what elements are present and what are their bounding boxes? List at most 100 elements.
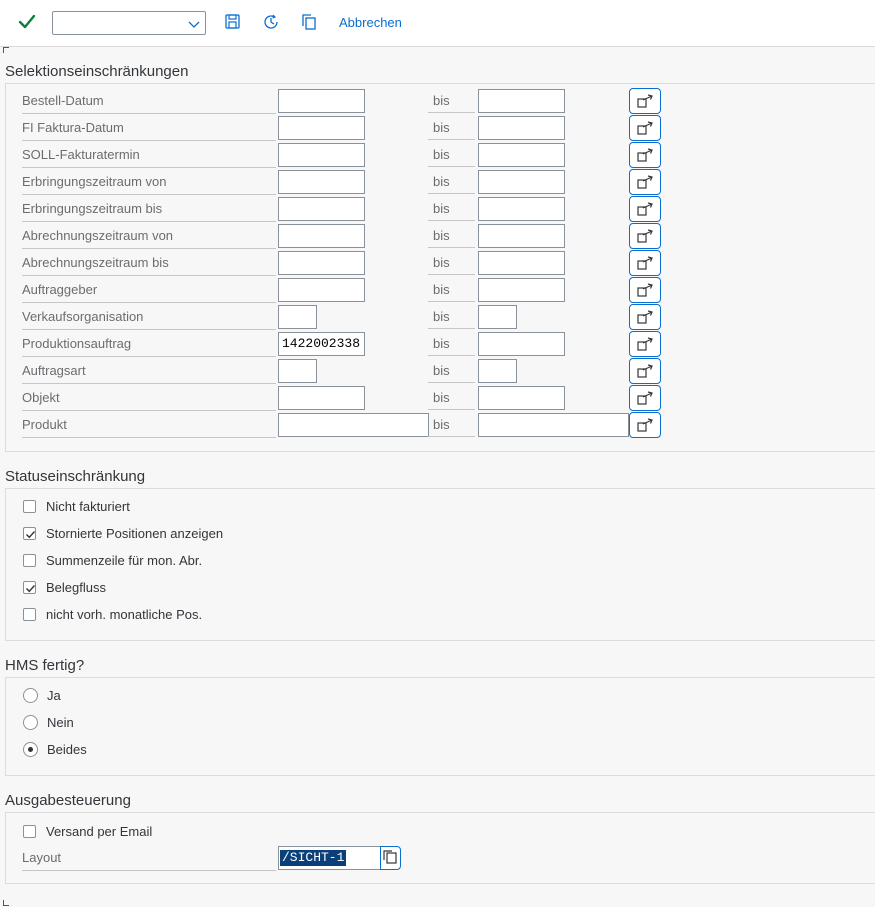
selection-from-input[interactable] xyxy=(278,413,429,437)
selection-to-input[interactable] xyxy=(478,359,517,383)
selection-from-input[interactable] xyxy=(278,251,365,275)
execute-check-icon[interactable] xyxy=(15,10,39,34)
selection-to-input[interactable] xyxy=(478,251,565,275)
selection-row-label: SOLL-Fakturatermin xyxy=(22,143,276,168)
selection-from-input[interactable] xyxy=(278,359,317,383)
selection-to-input[interactable] xyxy=(478,89,565,113)
status-checkbox-row[interactable]: nicht vorh. monatliche Pos. xyxy=(6,605,606,627)
selection-from-input[interactable] xyxy=(278,170,365,194)
bis-label: bis xyxy=(428,143,475,167)
selection-from-input[interactable] xyxy=(278,224,365,248)
multiple-selection-icon xyxy=(637,94,653,108)
selection-to-input[interactable] xyxy=(478,413,629,437)
bis-label: bis xyxy=(428,278,475,302)
selection-to-input[interactable] xyxy=(478,332,565,356)
status-checkbox[interactable] xyxy=(23,581,36,594)
multiple-selection-icon xyxy=(637,202,653,216)
selection-row-label: Erbringungszeitraum von xyxy=(22,170,276,195)
selection-to-input[interactable] xyxy=(478,305,517,329)
multiple-selection-button[interactable] xyxy=(629,385,661,411)
selection-to-input[interactable] xyxy=(478,224,565,248)
selection-to-input[interactable] xyxy=(478,116,565,140)
selection-to-input[interactable] xyxy=(478,170,565,194)
selection-group-title: Selektionseinschränkungen xyxy=(5,63,189,80)
status-checkbox[interactable] xyxy=(23,500,36,513)
selection-to-input[interactable] xyxy=(478,143,565,167)
selection-to-input[interactable] xyxy=(478,386,565,410)
multiple-selection-button[interactable] xyxy=(629,412,661,438)
selection-from-input[interactable] xyxy=(278,116,365,140)
chevron-down-icon[interactable] xyxy=(188,18,200,30)
status-checkbox-row[interactable]: Nicht fakturiert xyxy=(6,497,606,519)
copy-icon[interactable] xyxy=(299,12,319,32)
multiple-selection-button[interactable] xyxy=(629,196,661,222)
bis-label: bis xyxy=(428,413,475,437)
selection-row: Erbringungszeitraum bis bis xyxy=(6,196,875,223)
hms-radio-row[interactable]: Ja xyxy=(6,686,606,708)
hms-radio[interactable] xyxy=(23,715,38,730)
multiple-selection-icon xyxy=(637,418,653,432)
status-checkbox-label: nicht vorh. monatliche Pos. xyxy=(46,607,203,622)
hms-radio[interactable] xyxy=(23,742,38,757)
multiple-selection-button[interactable] xyxy=(629,142,661,168)
selection-from-input[interactable] xyxy=(278,197,365,221)
selection-to-input[interactable] xyxy=(478,278,565,302)
hms-radio[interactable] xyxy=(23,688,38,703)
selection-from-input[interactable] xyxy=(278,386,365,410)
multiple-selection-icon xyxy=(637,364,653,378)
selection-group: Bestell-Datum bis FI Faktura-Datum bis SOLL-… xyxy=(5,83,875,452)
variant-dropdown[interactable] xyxy=(52,11,206,35)
layout-value-help-button[interactable] xyxy=(380,846,401,870)
multiple-selection-button[interactable] xyxy=(629,331,661,357)
multiple-selection-button[interactable] xyxy=(629,169,661,195)
selection-from-input[interactable]: 1422002338 xyxy=(278,332,365,356)
selection-to-input[interactable] xyxy=(478,197,565,221)
email-checkbox-row[interactable]: Versand per Email xyxy=(6,822,606,844)
selection-row-label: Bestell-Datum xyxy=(22,89,276,114)
multiple-selection-button[interactable] xyxy=(629,277,661,303)
status-checkbox[interactable] xyxy=(23,554,36,567)
status-checkbox-row[interactable]: Stornierte Positionen anzeigen xyxy=(6,524,606,546)
multiple-selection-button[interactable] xyxy=(629,223,661,249)
cancel-button[interactable]: Abbrechen xyxy=(339,15,402,30)
bis-label: bis xyxy=(428,116,475,140)
hms-radio-label: Nein xyxy=(47,715,74,730)
selection-row: Erbringungszeitraum von bis xyxy=(6,169,875,196)
frame-corner-bottom xyxy=(3,900,9,906)
email-checkbox[interactable] xyxy=(23,825,36,838)
status-checkbox-row[interactable]: Summenzeile für mon. Abr. xyxy=(6,551,606,573)
copy-icon xyxy=(383,850,397,864)
multiple-selection-button[interactable] xyxy=(629,304,661,330)
status-checkbox[interactable] xyxy=(23,527,36,540)
email-checkbox-label: Versand per Email xyxy=(46,824,153,839)
radio-dot xyxy=(28,747,33,752)
multiple-selection-button[interactable] xyxy=(629,88,661,114)
layout-input[interactable]: /SICHT-1 xyxy=(278,846,381,870)
selection-from-input[interactable] xyxy=(278,89,365,113)
layout-row: Layout /SICHT-1 xyxy=(6,846,875,872)
hms-radio-row[interactable]: Nein xyxy=(6,713,606,735)
selection-row: Verkaufsorganisation bis xyxy=(6,304,875,331)
status-checkbox-label: Summenzeile für mon. Abr. xyxy=(46,553,203,568)
clock-icon[interactable] xyxy=(261,12,281,32)
multiple-selection-button[interactable] xyxy=(629,250,661,276)
selection-row: Abrechnungszeitraum bis bis xyxy=(6,250,875,277)
save-icon[interactable] xyxy=(223,12,243,32)
bis-label: bis xyxy=(428,197,475,221)
bis-label: bis xyxy=(428,359,475,383)
status-group-title: Statuseinschränkung xyxy=(5,468,146,485)
multiple-selection-button[interactable] xyxy=(629,358,661,384)
status-checkbox-label: Nicht fakturiert xyxy=(46,499,130,514)
selection-row: Abrechnungszeitraum von bis xyxy=(6,223,875,250)
selection-from-input[interactable] xyxy=(278,143,365,167)
status-group: Nicht fakturiert Stornierte Positionen an… xyxy=(5,488,875,641)
multiple-selection-icon xyxy=(637,283,653,297)
status-checkbox-row[interactable]: Belegfluss xyxy=(6,578,606,600)
selection-row-label: Abrechnungszeitraum von xyxy=(22,224,276,249)
selection-row-label: Objekt xyxy=(22,386,276,411)
status-checkbox[interactable] xyxy=(23,608,36,621)
selection-from-input[interactable] xyxy=(278,305,317,329)
multiple-selection-button[interactable] xyxy=(629,115,661,141)
hms-radio-row[interactable]: Beides xyxy=(6,740,606,762)
selection-from-input[interactable] xyxy=(278,278,365,302)
